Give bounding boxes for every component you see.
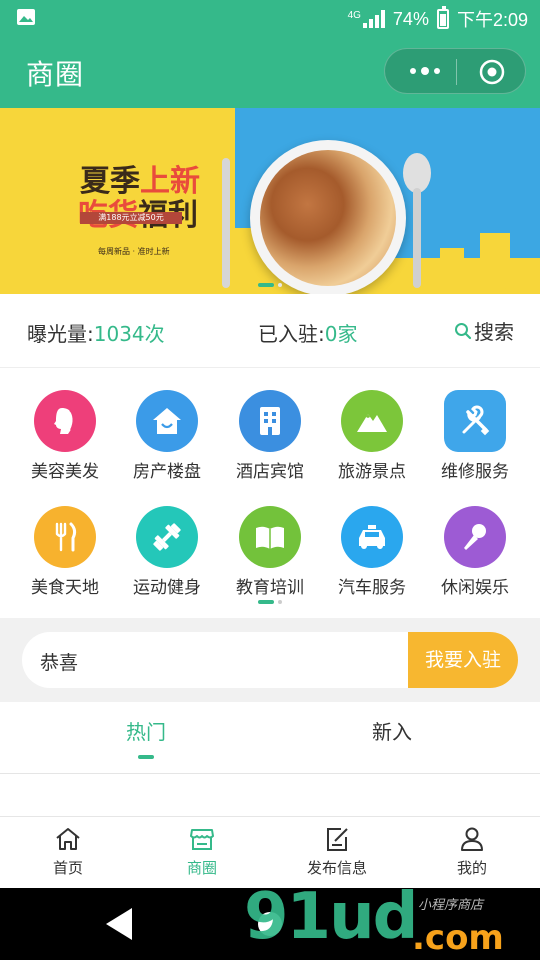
back-icon[interactable] <box>106 908 132 940</box>
notice-section: 恭喜 我要入驻 <box>0 618 540 702</box>
category-label: 美食天地 <box>31 578 99 598</box>
stats-bar: 曝光量:1034次 已入驻:0家 搜索 <box>0 294 540 368</box>
category-label: 旅游景点 <box>338 462 406 482</box>
category-label: 休闲娱乐 <box>441 578 509 598</box>
tab-label: 新入 <box>372 720 412 744</box>
tab-label: 热门 <box>126 720 166 744</box>
search-button[interactable]: 搜索 <box>454 316 514 345</box>
bottom-tab-bar: 首页 商圈 发布信息 我的 <box>0 816 540 888</box>
network-type: 4G <box>347 9 361 21</box>
category-leisure[interactable]: 休闲娱乐 <box>423 506 527 598</box>
tab-hot[interactable]: 热门 <box>86 716 206 759</box>
join-button[interactable]: 我要入驻 <box>408 632 518 688</box>
category-auto[interactable]: 汽车服务 <box>320 506 424 598</box>
edit-icon <box>327 828 348 851</box>
book-icon <box>239 506 301 568</box>
category-fitness[interactable]: 运动健身 <box>115 506 219 598</box>
joined-stat: 已入驻:0家 <box>258 322 358 346</box>
spoon-icon <box>403 153 431 193</box>
tabbar-item-shop[interactable]: 商圈 <box>142 825 262 878</box>
category-label: 运动健身 <box>133 578 201 598</box>
building-icon <box>239 390 301 452</box>
miniprogram-capsule <box>384 48 526 94</box>
house-icon <box>136 390 198 452</box>
category-repair[interactable]: 维修服务 <box>423 390 527 482</box>
home-icon <box>56 828 80 850</box>
microphone-icon <box>444 506 506 568</box>
banner-pagination <box>258 283 282 287</box>
tabbar-label: 商圈 <box>186 859 217 877</box>
clock: 下午2:09 <box>456 10 528 30</box>
battery-icon <box>436 6 449 29</box>
nav-bar: 商圈 <box>0 36 540 108</box>
tabbar-label: 我的 <box>456 859 487 877</box>
tabbar-item-profile[interactable]: 我的 <box>412 825 532 878</box>
notice-bar: 恭喜 我要入驻 <box>22 632 518 688</box>
promo-banner[interactable]: 夏季上新 吃货福利 满188元立减50元 每周新品 · 准时上新 <box>0 108 540 294</box>
tools-icon <box>444 390 506 452</box>
tabbar-item-home[interactable]: 首页 <box>8 825 128 878</box>
banner-drip <box>480 233 510 293</box>
category-label: 教育培训 <box>236 578 304 598</box>
tabbar-label: 发布信息 <box>306 859 367 877</box>
banner-subtitle: 每周新品 · 准时上新 <box>98 247 170 256</box>
tabbar-label: 首页 <box>52 859 83 877</box>
banner-dot <box>258 283 274 287</box>
category-food[interactable]: 美食天地 <box>13 506 117 598</box>
category-real-estate[interactable]: 房产楼盘 <box>115 390 219 482</box>
dumbbell-icon <box>136 506 198 568</box>
banner-drip <box>440 248 464 294</box>
category-label: 维修服务 <box>441 462 509 482</box>
category-label: 美容美发 <box>31 462 99 482</box>
list-tabs: 热门 新入 <box>0 702 540 774</box>
category-hotel[interactable]: 酒店宾馆 <box>218 390 322 482</box>
search-icon <box>455 322 472 339</box>
user-icon <box>461 827 483 851</box>
category-page-dot <box>258 600 274 604</box>
spoon-handle <box>413 188 421 288</box>
category-label: 汽车服务 <box>338 578 406 598</box>
status-bar: 4G 74% 下午2:09 <box>0 0 540 36</box>
banner-promo: 满188元立减50元 <box>80 212 182 224</box>
banner-dot <box>278 283 282 287</box>
category-pagination <box>258 600 282 604</box>
nut-plate-image <box>250 140 406 294</box>
category-travel[interactable]: 旅游景点 <box>320 390 424 482</box>
watermark-logo: 91ud <box>244 880 418 954</box>
taxi-icon <box>341 506 403 568</box>
fork-icon <box>222 158 230 288</box>
list-content <box>0 774 540 816</box>
page-title: 商圈 <box>26 58 85 91</box>
notice-text: 恭喜 <box>40 652 79 674</box>
close-miniprogram-icon[interactable] <box>479 59 505 85</box>
category-page-dot <box>278 600 282 604</box>
more-icon[interactable] <box>407 57 443 85</box>
shop-icon <box>190 829 214 850</box>
fork-knife-icon <box>34 506 96 568</box>
signal-icon <box>362 10 385 28</box>
category-label: 酒店宾馆 <box>236 462 304 482</box>
search-label: 搜索 <box>474 320 514 344</box>
exposure-stat: 曝光量:1034次 <box>27 322 165 346</box>
category-education[interactable]: 教育培训 <box>218 506 322 598</box>
battery-percent: 74% <box>392 8 429 29</box>
category-beauty[interactable]: 美容美发 <box>13 390 117 482</box>
mountain-icon <box>341 390 403 452</box>
image-icon <box>17 9 35 25</box>
watermark-small-text: 小程序商店 <box>418 898 484 913</box>
woman-profile-icon <box>34 390 96 452</box>
tab-indicator <box>138 755 154 759</box>
capsule-divider <box>456 59 457 85</box>
watermark-domain: .com <box>412 918 504 958</box>
tab-new[interactable]: 新入 <box>332 716 452 745</box>
category-grid: 美容美发 房产楼盘 酒店宾馆 旅游景点 维修服务 美食天地 运动健身 教育培训 … <box>0 368 540 618</box>
tabbar-item-publish[interactable]: 发布信息 <box>277 825 397 878</box>
category-label: 房产楼盘 <box>133 462 201 482</box>
